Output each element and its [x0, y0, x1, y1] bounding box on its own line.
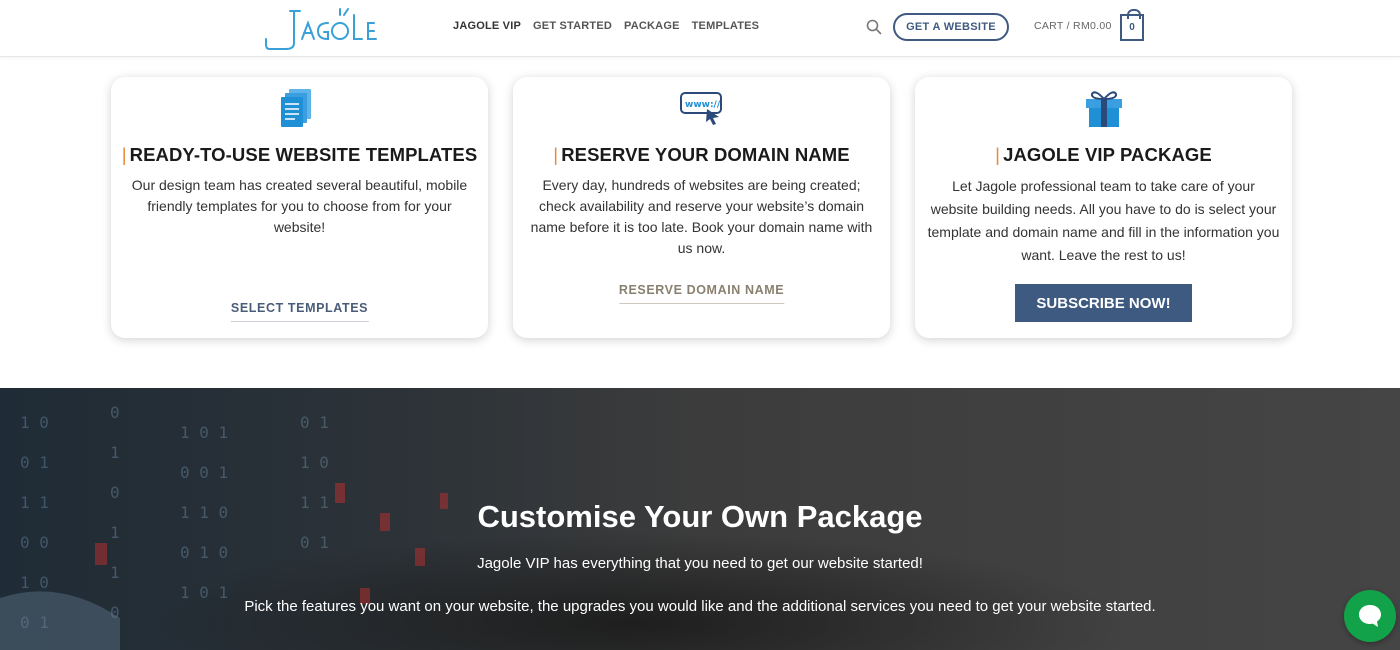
nav-templates[interactable]: TEMPLATES: [692, 20, 760, 32]
subscribe-now-button[interactable]: SUBSCRIBE NOW!: [1015, 284, 1192, 322]
svg-text:1 0: 1 0: [300, 453, 329, 472]
cart-link[interactable]: CART / RM0.00: [1034, 20, 1112, 32]
svg-text:0 0: 0 0: [20, 533, 49, 552]
select-templates-link[interactable]: SELECT TEMPLATES: [230, 301, 369, 322]
section-title: Customise Your Own Package: [477, 499, 923, 534]
www-cursor-icon: www://: [679, 92, 722, 125]
nav-package[interactable]: PACKAGE: [624, 20, 680, 32]
card-description: Our design team has created several beau…: [131, 177, 468, 235]
card-description: Let Jagole professional team to take car…: [927, 178, 1280, 263]
cart-count-badge[interactable]: 0: [1120, 9, 1144, 41]
svg-text:0: 0: [110, 403, 120, 422]
nav-jagole-vip[interactable]: JAGOLE VIP: [453, 20, 521, 32]
svg-text:0 1: 0 1: [300, 413, 329, 432]
card-title: | JAGOLE VIP PACKAGE: [995, 144, 1212, 165]
svg-text:0 1: 0 1: [20, 453, 49, 472]
domain-card: www:// | RESERVE YOUR DOMAIN NAME Every d…: [513, 77, 890, 338]
customise-package-section: 1 00 11 10 01 00 1 010110 1 0 10 0 11 1 …: [0, 388, 1400, 650]
svg-text:1: 1: [110, 443, 120, 462]
gift-icon: [1085, 91, 1122, 127]
nav-get-started[interactable]: GET STARTED: [533, 20, 612, 32]
jagole-logo[interactable]: [264, 5, 382, 53]
card-title: | READY-TO-USE WEBSITE TEMPLATES: [121, 144, 478, 165]
svg-text:0 1: 0 1: [300, 533, 329, 552]
svg-text:0 0 1: 0 0 1: [180, 463, 228, 482]
chat-bubble-icon: [1359, 605, 1381, 627]
svg-text:1 0 1: 1 0 1: [180, 423, 228, 442]
get-a-website-button[interactable]: GET A WEBSITE: [893, 13, 1009, 41]
card-title: | RESERVE YOUR DOMAIN NAME: [553, 144, 850, 165]
section-body: Pick the features you want on your websi…: [244, 598, 1156, 615]
svg-text:1 0: 1 0: [20, 573, 49, 592]
documents-icon: [280, 89, 311, 127]
chat-button[interactable]: [1344, 590, 1396, 642]
card-description: Every day, hundreds of websites are bein…: [530, 177, 873, 256]
svg-text:www://: www://: [685, 100, 721, 110]
search-icon[interactable]: [866, 19, 882, 35]
svg-text:1 0: 1 0: [20, 413, 49, 432]
section-subtitle: Jagole VIP has everything that you need …: [477, 555, 923, 572]
vip-card: | JAGOLE VIP PACKAGE Let Jagole professio…: [915, 77, 1292, 338]
templates-card: | READY-TO-USE WEBSITE TEMPLATES Our desi…: [111, 77, 488, 338]
reserve-domain-link[interactable]: RESERVE DOMAIN NAME: [618, 283, 785, 304]
site-header: JAGOLE VIP GET STARTED PACKAGE TEMPLATES…: [0, 0, 1400, 57]
main-nav: JAGOLE VIP GET STARTED PACKAGE TEMPLATES: [453, 20, 759, 32]
